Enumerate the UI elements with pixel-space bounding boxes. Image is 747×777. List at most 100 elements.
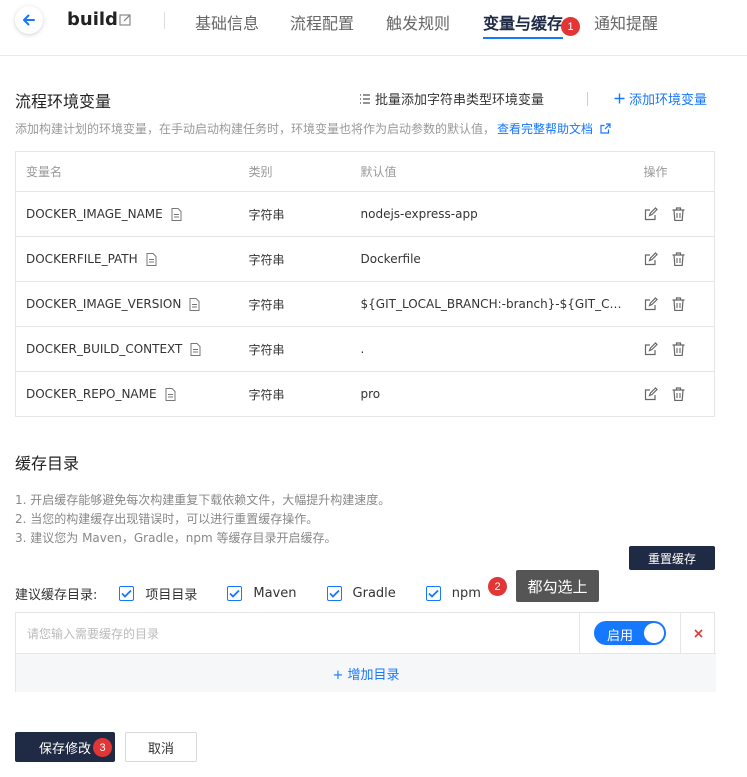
document-icon[interactable] (146, 253, 157, 266)
var-default: ${GIT_LOCAL_BRANCH:-branch}-${GIT_COM... (360, 297, 631, 311)
header-divider (164, 12, 165, 29)
project-name: build (67, 9, 118, 30)
checkbox-label: npm (451, 585, 481, 601)
row-actions (644, 207, 715, 221)
tab-variables-cache[interactable]: 变量与缓存 (483, 10, 563, 34)
var-default-cell: nodejs-express-app (350, 191, 634, 237)
cache-section-title: 缓存目录 (15, 454, 80, 473)
var-name: DOCKERFILE_PATH (26, 252, 138, 266)
external-link-icon[interactable] (600, 123, 611, 134)
var-type-cell: 字符串 (238, 326, 351, 372)
col-header-default: 默认值 (350, 151, 634, 192)
actions-cell (633, 281, 715, 327)
add-env-label: 添加环境变量 (629, 93, 708, 108)
document-icon[interactable] (190, 343, 201, 356)
edit-icon[interactable] (644, 387, 658, 401)
var-name-cell: DOCKERFILE_PATH (15, 236, 239, 282)
edit-icon[interactable] (644, 342, 658, 356)
remove-dir-button[interactable] (681, 613, 716, 653)
suggest-label: 建议缓存目录: (15, 587, 98, 603)
env-hint-text: 添加构建计划的环境变量，在手动启动构建任务时，环境变量也将作为启动参数的默认值， (15, 122, 496, 136)
cache-description: 1. 开启缓存能够避免每次构建重复下载依赖文件，大幅提升构建速度。 2. 当您的… (15, 491, 390, 548)
var-default-cell: Dockerfile (350, 236, 634, 282)
document-icon[interactable] (171, 208, 182, 221)
document-icon[interactable] (165, 388, 176, 401)
var-type-cell: 字符串 (238, 281, 351, 327)
var-name: DOCKER_IMAGE_VERSION (26, 297, 182, 311)
help-doc-link[interactable]: 查看完整帮助文档 (497, 122, 593, 136)
checkbox-box[interactable] (425, 585, 441, 601)
delete-icon[interactable] (672, 252, 685, 266)
arrow-left-icon (23, 14, 35, 26)
table-header-row: 变量名 类别 默认值 操作 (15, 151, 715, 192)
close-icon (694, 628, 703, 638)
delete-icon[interactable] (672, 297, 685, 311)
reset-cache-button[interactable]: 重置缓存 (629, 546, 715, 570)
active-tab-indicator (483, 37, 563, 39)
delete-icon[interactable] (672, 387, 685, 401)
checkbox-box[interactable] (227, 585, 243, 601)
edit-icon[interactable] (644, 297, 658, 311)
col-header-name: 变量名 (15, 151, 239, 192)
checkbox-label: 项目目录 (145, 587, 198, 603)
checkbox-label: Gradle (352, 585, 396, 601)
var-default: pro (360, 387, 381, 401)
check-icon (229, 589, 241, 598)
edit-name-icon[interactable] (119, 13, 132, 26)
var-name-cell: DOCKER_REPO_NAME (15, 371, 239, 417)
var-default-cell: pro (350, 371, 634, 417)
tab-notifications[interactable]: 通知提醒 (594, 10, 658, 34)
step-badge-3: 3 (93, 738, 112, 757)
tab-pipeline-config[interactable]: 流程配置 (290, 10, 354, 34)
table-row: DOCKER_IMAGE_VERSION 字符串 ${GIT_LOCAL_BRANC… (15, 281, 715, 327)
var-type-cell: 字符串 (238, 236, 351, 282)
checkbox-maven[interactable]: Maven (227, 585, 297, 601)
checkbox-gradle[interactable]: Gradle (326, 585, 396, 601)
cancel-button[interactable]: 取消 (125, 732, 197, 762)
col-header-type: 类别 (238, 151, 351, 192)
var-default: Dockerfile (360, 252, 421, 266)
actions-cell (633, 236, 715, 282)
batch-add-label: 批量添加字符串类型环境变量 (375, 93, 545, 108)
document-icon[interactable] (189, 298, 200, 311)
cache-dir-input[interactable]: 请您输入需要缓存的目录 (16, 613, 580, 653)
col-header-actions: 操作 (633, 151, 715, 192)
back-button[interactable] (15, 6, 43, 34)
edit-icon[interactable] (644, 252, 658, 266)
row-actions (644, 387, 715, 401)
actions-cell (633, 191, 715, 237)
var-default-cell: ${GIT_LOCAL_BRANCH:-branch}-${GIT_COM... (350, 281, 634, 327)
page-header: build 基础信息 流程配置 触发规则 变量与缓存 通知提醒 1 (0, 0, 747, 56)
env-hint: 添加构建计划的环境变量，在手动启动构建任务时，环境变量也将作为启动参数的默认值，… (15, 120, 611, 137)
action-divider (587, 92, 588, 106)
row-actions (644, 342, 715, 356)
cache-dir-editor: 请您输入需要缓存的目录 启用 + 增加目录 (15, 612, 716, 692)
check-icon (121, 589, 133, 598)
delete-icon[interactable] (672, 207, 685, 221)
checkbox-label: Maven (253, 585, 297, 601)
edit-icon[interactable] (644, 207, 658, 221)
var-type-cell: 字符串 (238, 191, 351, 237)
var-type-cell: 字符串 (238, 371, 351, 417)
add-dir-button[interactable]: + 增加目录 (16, 653, 716, 692)
enable-toggle[interactable]: 启用 (594, 621, 666, 645)
tab-basic-info[interactable]: 基础信息 (195, 10, 259, 34)
cache-desc-line: 1. 开启缓存能够避免每次构建重复下载依赖文件，大幅提升构建速度。 (15, 493, 391, 507)
checkbox-project-dir[interactable]: 项目目录 (119, 584, 197, 603)
var-default-cell: . (350, 326, 634, 372)
delete-icon[interactable] (672, 342, 685, 356)
tab-trigger-rules[interactable]: 触发规则 (386, 10, 450, 34)
checkbox-box[interactable] (326, 585, 342, 601)
var-name: DOCKER_BUILD_CONTEXT (26, 342, 183, 356)
cache-desc-line: 3. 建议您为 Maven，Gradle，npm 等缓存目录开启缓存。 (15, 531, 337, 545)
checkbox-box[interactable] (119, 585, 135, 601)
env-section-title: 流程环境变量 (15, 92, 112, 111)
annotation-tooltip: 都勾选上 (516, 570, 599, 602)
batch-add-button[interactable]: 批量添加字符串类型环境变量 (359, 89, 544, 108)
table-row: DOCKER_REPO_NAME 字符串 pro (15, 371, 715, 417)
checkbox-npm[interactable]: npm (425, 585, 481, 601)
actions-cell (633, 371, 715, 417)
var-default: nodejs-express-app (360, 207, 478, 221)
check-icon (428, 589, 439, 598)
add-env-button[interactable]: 添加环境变量 (614, 89, 707, 108)
